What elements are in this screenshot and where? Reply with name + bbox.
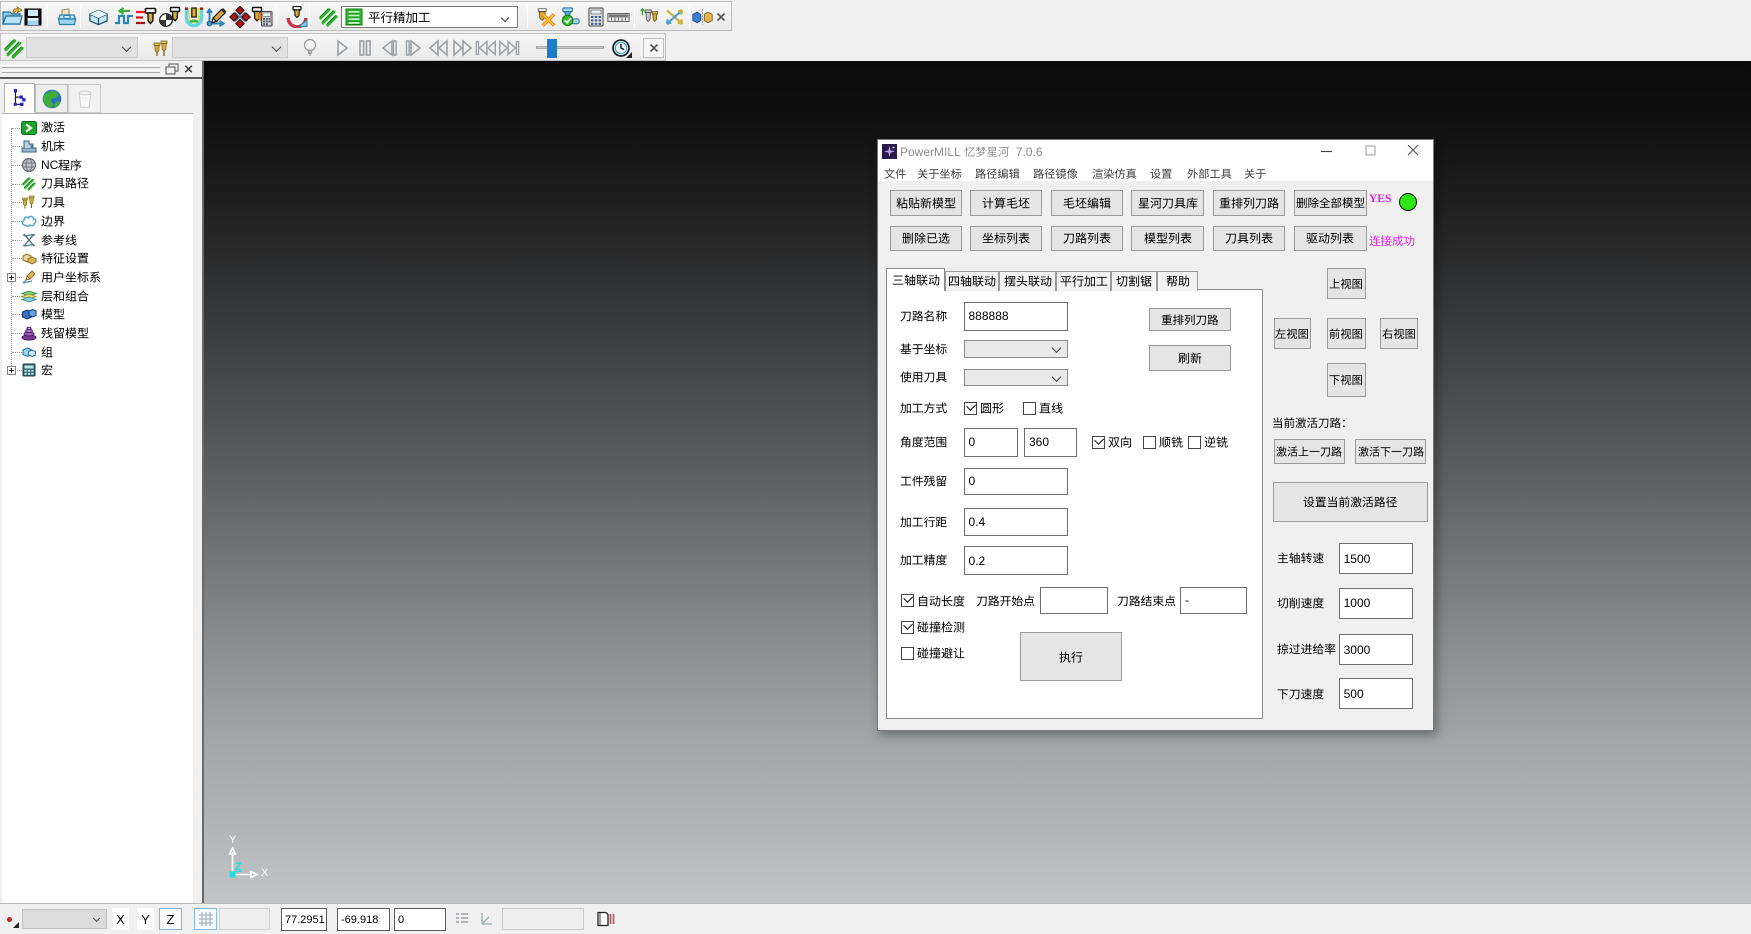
svg-text:Y: Y (229, 834, 237, 846)
svg-text:X: X (261, 867, 269, 879)
svg-text:Z: Z (235, 861, 242, 873)
svg-text:?: ? (82, 95, 86, 104)
